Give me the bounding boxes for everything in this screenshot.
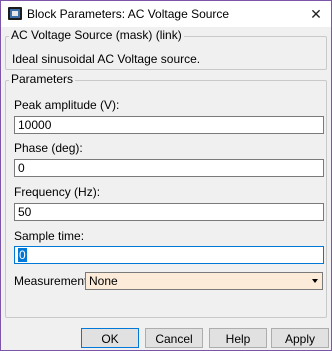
block-info-group: AC Voltage Source (mask) (link) Ideal si…: [5, 28, 327, 70]
measurements-value: None: [89, 274, 118, 288]
sample-time-label: Sample time:: [14, 229, 85, 243]
measurements-dropdown[interactable]: None: [85, 272, 323, 290]
help-button[interactable]: Help: [209, 328, 267, 348]
chevron-down-icon[interactable]: [310, 275, 320, 287]
frequency-input[interactable]: 50: [14, 203, 324, 221]
phase-label: Phase (deg):: [14, 141, 83, 155]
block-description: Ideal sinusoidal AC Voltage source.: [12, 52, 201, 66]
ok-button[interactable]: OK: [81, 328, 139, 348]
sample-time-input[interactable]: 0: [14, 246, 324, 264]
window-title: Block Parameters: AC Voltage Source: [27, 7, 230, 21]
frequency-label: Frequency (Hz):: [14, 185, 101, 199]
apply-button[interactable]: Apply: [271, 328, 329, 348]
measurements-label: Measurements: [14, 274, 94, 288]
title-bar[interactable]: Block Parameters: AC Voltage Source ✕: [1, 1, 331, 27]
peak-amplitude-input[interactable]: 10000: [14, 116, 324, 134]
dialog-window: Block Parameters: AC Voltage Source ✕ AC…: [0, 0, 332, 351]
parameters-group: Parameters Peak amplitude (V): 10000 Pha…: [5, 72, 327, 318]
block-info-title: AC Voltage Source (mask) (link): [9, 28, 184, 42]
close-icon[interactable]: ✕: [301, 1, 331, 27]
button-bar: OK Cancel Help Apply: [1, 322, 331, 350]
parameters-title: Parameters: [9, 72, 76, 86]
sample-time-selected-text: 0: [18, 248, 27, 262]
phase-input[interactable]: 0: [14, 159, 324, 177]
simulink-block-icon: [8, 7, 22, 20]
cancel-button[interactable]: Cancel: [145, 328, 203, 348]
peak-amplitude-label: Peak amplitude (V):: [14, 98, 120, 112]
